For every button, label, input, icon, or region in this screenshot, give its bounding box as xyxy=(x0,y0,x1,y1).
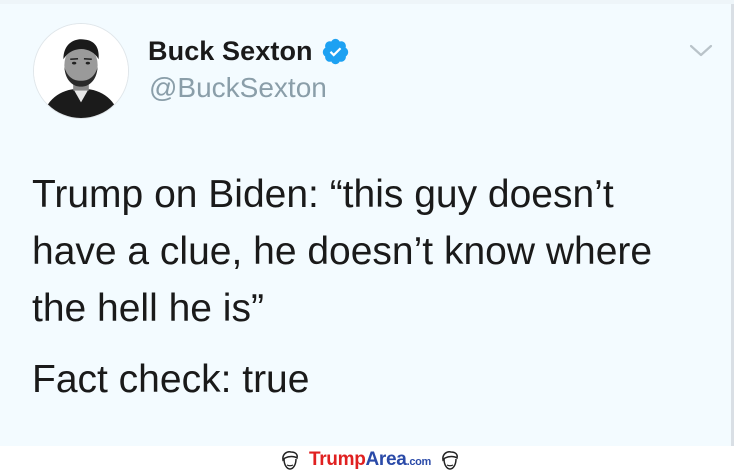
author-handle[interactable]: @BuckSexton xyxy=(149,72,327,104)
tweet-text-line: the hell he is” xyxy=(32,287,264,330)
chevron-down-icon[interactable] xyxy=(686,40,716,62)
tweet-text-line: have a clue, he doesn’t know where xyxy=(32,230,653,273)
profile-photo xyxy=(34,24,128,118)
avatar[interactable] xyxy=(33,23,129,119)
tweet-text: Trump on Biden: “this guy doesn’t have a… xyxy=(32,166,702,408)
tweet-card: Buck Sexton @BuckSexton Trump on Biden: … xyxy=(0,0,734,446)
watermark-brand-suffix: .com xyxy=(406,456,432,468)
watermark-brand-part2: Area xyxy=(365,449,407,470)
author-display-name[interactable]: Buck Sexton xyxy=(148,36,313,67)
trump-head-icon xyxy=(439,449,461,471)
watermark-brand: TrumpArea.com xyxy=(309,449,431,471)
tweet-text-line: Trump on Biden: “this guy doesn’t xyxy=(32,173,614,216)
watermark: TrumpArea.com xyxy=(0,446,740,474)
watermark-brand-part1: Trump xyxy=(308,449,366,470)
verified-badge-icon xyxy=(321,37,350,66)
author-name-row: Buck Sexton xyxy=(148,36,350,67)
card-top-edge xyxy=(0,0,734,4)
trump-head-icon xyxy=(279,449,301,471)
tweet-text-tail: Fact check: true xyxy=(32,358,310,401)
